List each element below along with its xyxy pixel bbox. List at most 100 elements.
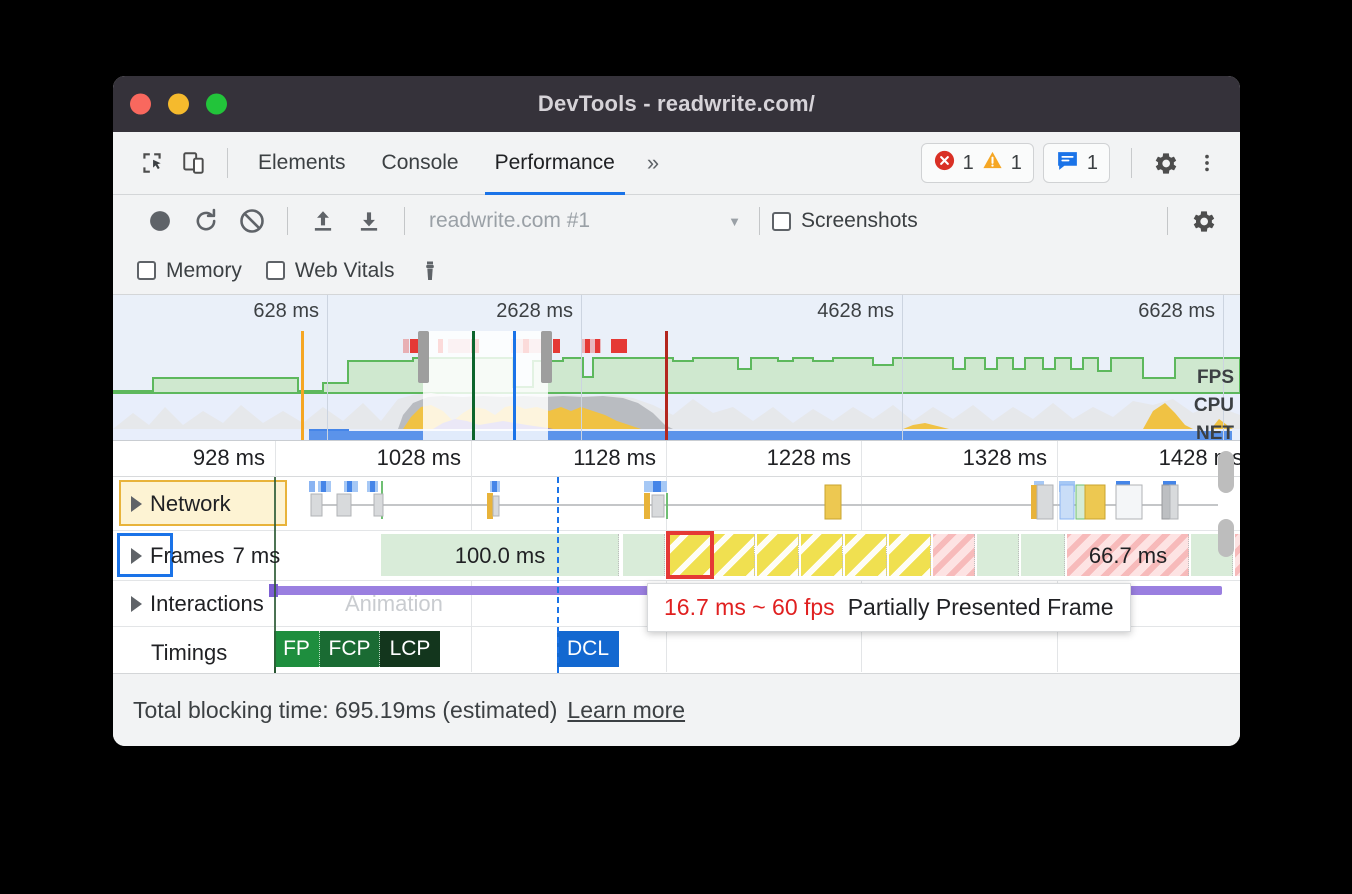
tooltip-duration: 16.7 ms ~ 60 fps (664, 594, 835, 621)
timing-marker-fp-label: FP (283, 637, 310, 661)
track-frames-sublabel: 7 ms (233, 543, 281, 569)
timeline-scrollbar-thumb-secondary[interactable] (1218, 519, 1234, 557)
toolbar-divider (1167, 207, 1168, 235)
dcl-marker-line (513, 331, 516, 441)
inspect-element-icon[interactable] (131, 142, 173, 184)
frame-block[interactable] (977, 534, 1019, 576)
timing-marker-fcp[interactable]: FCP (320, 631, 380, 667)
minimize-window-button[interactable] (168, 94, 189, 115)
detail-tick-label: 1028 ms (377, 445, 471, 471)
reload-record-icon[interactable] (183, 200, 229, 242)
performance-options-toolbar: Memory Web Vitals (113, 247, 1240, 295)
timeline-detail-pane[interactable]: 928 ms 1028 ms 1128 ms 1228 ms 1328 ms 1… (113, 441, 1240, 673)
gear-icon[interactable] (1144, 142, 1186, 184)
timing-marker-dcl[interactable]: DCL (557, 631, 619, 667)
screenshots-label: Screenshots (801, 209, 918, 233)
clear-recording-icon[interactable] (229, 200, 275, 242)
error-icon (933, 149, 956, 177)
devtools-window: DevTools - readwrite.com/ Elements (113, 76, 1240, 746)
window-title: DevTools - readwrite.com/ (538, 91, 815, 117)
dcl-guide-line (557, 477, 559, 673)
trash-icon[interactable] (418, 258, 442, 284)
track-timings-title: Timings (151, 640, 227, 666)
traffic-light-controls (130, 94, 227, 115)
overview-selection-window[interactable] (423, 331, 548, 441)
selected-frame-outline (666, 531, 714, 579)
screenshots-checkbox[interactable]: Screenshots (772, 209, 918, 233)
timing-marker-fp[interactable]: FP (274, 631, 320, 667)
frame-tooltip: 16.7 ms ~ 60 fps Partially Presented Fra… (647, 583, 1131, 632)
tabstrip-divider-right (1131, 148, 1132, 178)
toolbar-divider (287, 207, 288, 235)
tooltip-description: Partially Presented Frame (848, 594, 1114, 621)
tab-elements-label: Elements (258, 151, 346, 175)
device-toolbar-icon[interactable] (173, 142, 215, 184)
tab-performance[interactable]: Performance (477, 132, 633, 195)
tab-performance-label: Performance (495, 151, 615, 175)
frame-block[interactable] (1021, 534, 1065, 576)
warning-count: 1 (1011, 152, 1022, 175)
expand-triangle-icon[interactable] (131, 596, 142, 612)
session-name: readwrite.com #1 (417, 209, 590, 233)
track-timings[interactable]: FP FCP LCP DCL Timings (113, 627, 1240, 673)
caret-down-icon: ▼ (728, 214, 747, 229)
timing-marker-lcp[interactable]: LCP (380, 631, 440, 667)
frame-block[interactable] (933, 534, 975, 576)
track-frames-label: Frames (150, 543, 225, 569)
download-profile-icon[interactable] (346, 200, 392, 242)
track-network-label: Network (150, 491, 231, 517)
memory-checkbox[interactable]: Memory (137, 259, 242, 283)
record-circle-icon[interactable] (137, 200, 183, 242)
detail-tick-label: 928 ms (193, 445, 275, 471)
checkbox-box (772, 212, 791, 231)
fcp-marker-line (472, 331, 475, 441)
web-vitals-checkbox[interactable]: Web Vitals (266, 259, 395, 283)
timeline-scrollbar-thumb[interactable] (1218, 451, 1234, 493)
learn-more-link[interactable]: Learn more (567, 697, 685, 724)
toolbar-divider (227, 148, 228, 178)
track-frames[interactable]: 100.0 ms 66.7 ms Frames (113, 531, 1240, 581)
checkbox-box (266, 261, 285, 280)
frame-block[interactable] (713, 534, 755, 576)
messages-badge-group[interactable]: 1 (1043, 143, 1110, 183)
tab-console[interactable]: Console (364, 132, 477, 195)
frame-block[interactable] (757, 534, 799, 576)
upload-profile-icon[interactable] (300, 200, 346, 242)
tab-elements[interactable]: Elements (240, 132, 364, 195)
timing-marker-dcl-label: DCL (567, 637, 609, 661)
more-tabs-icon[interactable]: » (633, 150, 671, 176)
track-interactions-label: Interactions (150, 591, 264, 617)
detail-ruler[interactable]: 928 ms 1028 ms 1128 ms 1228 ms 1328 ms 1… (113, 441, 1240, 477)
timeline-overview[interactable]: 628 ms 2628 ms 4628 ms 6628 ms FPS CPU N… (113, 295, 1240, 441)
performance-recording-toolbar: readwrite.com #1 ▼ Screenshots (113, 195, 1240, 247)
devtools-tabstrip: Elements Console Performance » 1 (113, 132, 1240, 195)
track-network[interactable]: Network (113, 477, 1240, 531)
close-window-button[interactable] (130, 94, 151, 115)
selection-handle-right[interactable] (541, 331, 552, 383)
selection-handle-left[interactable] (418, 331, 429, 383)
message-count: 1 (1087, 152, 1098, 175)
maximize-window-button[interactable] (206, 94, 227, 115)
kebab-menu-icon[interactable] (1186, 142, 1228, 184)
issues-badge-group[interactable]: 1 1 (921, 143, 1034, 183)
frame-block[interactable] (889, 534, 931, 576)
recording-session-dropdown[interactable]: readwrite.com #1 ▼ (417, 209, 747, 233)
detail-tick-label: 1328 ms (963, 445, 1057, 471)
frame-block[interactable] (1235, 534, 1240, 576)
fp-marker-line (301, 331, 304, 441)
track-interactions-title[interactable]: Interactions (131, 591, 264, 617)
fcp-guide-line (274, 477, 276, 673)
frame-block[interactable] (623, 534, 665, 576)
track-frames-title[interactable]: Frames 7 ms (131, 543, 280, 569)
capture-settings-gear-icon[interactable] (1180, 200, 1226, 242)
track-network-title[interactable]: Network (131, 491, 231, 517)
expand-triangle-icon[interactable] (131, 548, 142, 564)
expand-triangle-icon[interactable] (131, 496, 142, 512)
overview-net-label: NET (1196, 423, 1234, 441)
load-marker-line (665, 331, 668, 441)
frame-block[interactable] (801, 534, 843, 576)
network-requests[interactable] (113, 477, 1240, 531)
overview-cpu-label: CPU (1194, 395, 1234, 417)
frame-block[interactable] (845, 534, 887, 576)
message-icon (1055, 148, 1080, 178)
